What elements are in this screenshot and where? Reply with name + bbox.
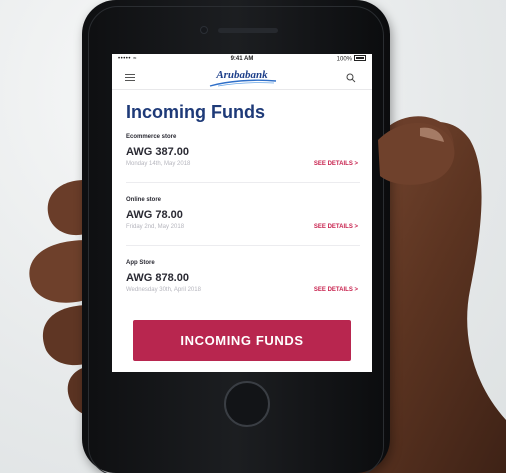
thumb-illustration bbox=[378, 122, 455, 185]
